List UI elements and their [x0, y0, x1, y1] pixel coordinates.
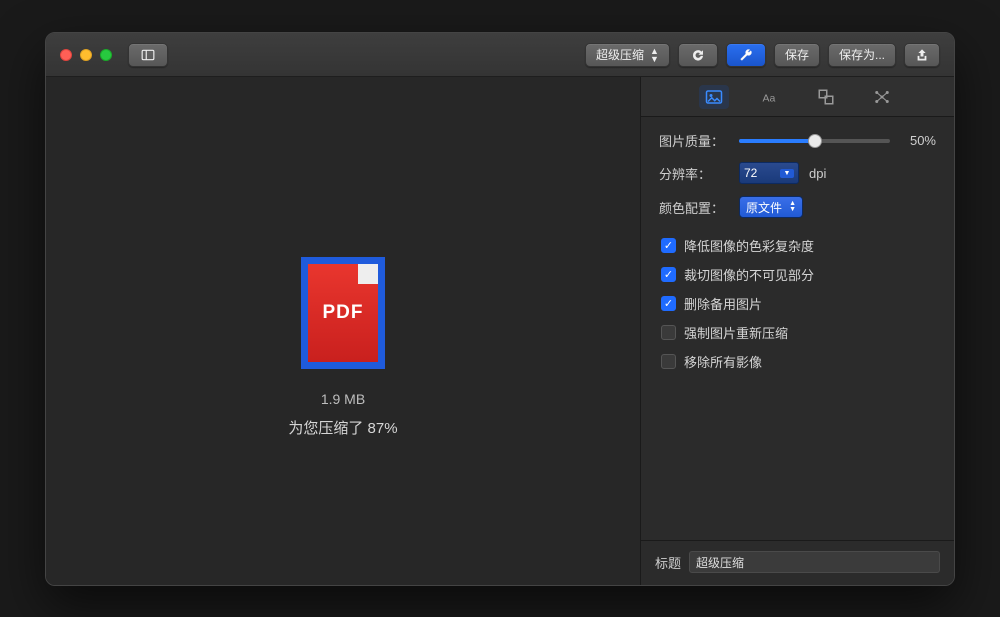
panel-body: 图片质量： 50% 分辨率： 72 ▼ dpi 颜色配置: [641, 117, 954, 381]
checkbox-force-recompress[interactable]: 强制图片重新压缩: [661, 323, 936, 342]
content-area: PDF 1.9 MB 为您压缩了 87% Aa: [46, 77, 954, 585]
chevron-up-down-icon: ▲▼: [789, 201, 796, 213]
checkbox-label: 强制图片重新压缩: [684, 323, 788, 342]
share-icon: [915, 48, 929, 62]
wrench-icon: [739, 48, 753, 62]
window-toolbar: 超级压缩 ▲▼ 保存 保存为...: [46, 33, 954, 77]
compression-mode-dropdown[interactable]: 超级压缩 ▲▼: [585, 43, 670, 67]
text-icon: Aa: [760, 88, 780, 106]
checkbox-reduce-color-complexity[interactable]: ✓ 降低图像的色彩复杂度: [661, 236, 936, 255]
zoom-window-button[interactable]: [100, 49, 112, 61]
tab-fonts[interactable]: Aa: [755, 85, 785, 109]
save-label: 保存: [785, 46, 809, 63]
app-window: 超级压缩 ▲▼ 保存 保存为... PDF 1.9 MB: [45, 32, 955, 586]
image-quality-row: 图片质量： 50%: [659, 131, 936, 150]
tab-advanced[interactable]: [867, 85, 897, 109]
resolution-unit: dpi: [809, 166, 826, 181]
traffic-lights: [60, 49, 112, 61]
checkbox-remove-all-images[interactable]: 移除所有影像: [661, 352, 936, 371]
resolution-label: 分辨率：: [659, 164, 729, 183]
redo-icon: [691, 48, 705, 62]
shapes-icon: [816, 88, 836, 106]
save-as-label: 保存为...: [839, 46, 885, 63]
compression-mode-label: 超级压缩: [596, 46, 644, 63]
page-fold-icon: [358, 264, 378, 284]
checkbox-icon: ✓: [661, 238, 676, 253]
checkbox-icon: ✓: [661, 267, 676, 282]
save-as-button[interactable]: 保存为...: [828, 43, 896, 67]
title-input[interactable]: [689, 551, 940, 573]
file-type-label: PDF: [323, 302, 364, 324]
checkbox-delete-alt-images[interactable]: ✓ 删除备用图片: [661, 294, 936, 313]
checkbox-icon: [661, 325, 676, 340]
color-profile-value: 原文件: [746, 199, 782, 216]
save-button[interactable]: 保存: [774, 43, 820, 67]
share-button[interactable]: [904, 43, 940, 67]
checkbox-icon: [661, 354, 676, 369]
slider-thumb[interactable]: [808, 134, 822, 148]
panel-footer: 标题: [641, 540, 954, 585]
checkbox-crop-invisible[interactable]: ✓ 裁切图像的不可见部分: [661, 265, 936, 284]
settings-panel: Aa 图片质量： 50%: [640, 77, 954, 585]
redo-button[interactable]: [678, 43, 718, 67]
color-profile-select[interactable]: 原文件 ▲▼: [739, 196, 803, 218]
checkbox-icon: ✓: [661, 296, 676, 311]
compression-ratio-text: 为您压缩了 87%: [288, 417, 397, 438]
panel-tabs: Aa: [641, 77, 954, 117]
tab-image[interactable]: [699, 85, 729, 109]
tab-objects[interactable]: [811, 85, 841, 109]
image-quality-slider[interactable]: [739, 139, 890, 143]
checkbox-label: 降低图像的色彩复杂度: [684, 236, 814, 255]
sidebar-icon: [141, 48, 155, 62]
checkbox-label: 裁切图像的不可见部分: [684, 265, 814, 284]
color-profile-row: 颜色配置： 原文件 ▲▼: [659, 196, 936, 218]
pdf-file-icon[interactable]: PDF: [301, 257, 385, 369]
image-quality-label: 图片质量：: [659, 131, 729, 150]
file-size-text: 1.9 MB: [321, 391, 365, 407]
resolution-row: 分辨率： 72 ▼ dpi: [659, 162, 936, 184]
chevron-up-down-icon: ▲▼: [650, 47, 659, 63]
resolution-value: 72: [744, 166, 757, 180]
resolution-select[interactable]: 72 ▼: [739, 162, 799, 184]
sidebar-toggle-button[interactable]: [128, 43, 168, 67]
network-icon: [872, 88, 892, 106]
chevron-down-icon: ▼: [780, 169, 794, 178]
color-profile-label: 颜色配置：: [659, 198, 729, 217]
image-quality-value: 50%: [900, 133, 936, 148]
svg-text:Aa: Aa: [762, 92, 775, 104]
title-field-label: 标题: [655, 553, 681, 572]
image-icon: [704, 88, 724, 106]
checkbox-label: 删除备用图片: [684, 294, 762, 313]
preview-area: PDF 1.9 MB 为您压缩了 87%: [46, 77, 640, 585]
close-window-button[interactable]: [60, 49, 72, 61]
checkbox-label: 移除所有影像: [684, 352, 762, 371]
tools-button[interactable]: [726, 43, 766, 67]
checkbox-group: ✓ 降低图像的色彩复杂度 ✓ 裁切图像的不可见部分 ✓ 删除备用图片 强制图片重…: [659, 236, 936, 371]
minimize-window-button[interactable]: [80, 49, 92, 61]
